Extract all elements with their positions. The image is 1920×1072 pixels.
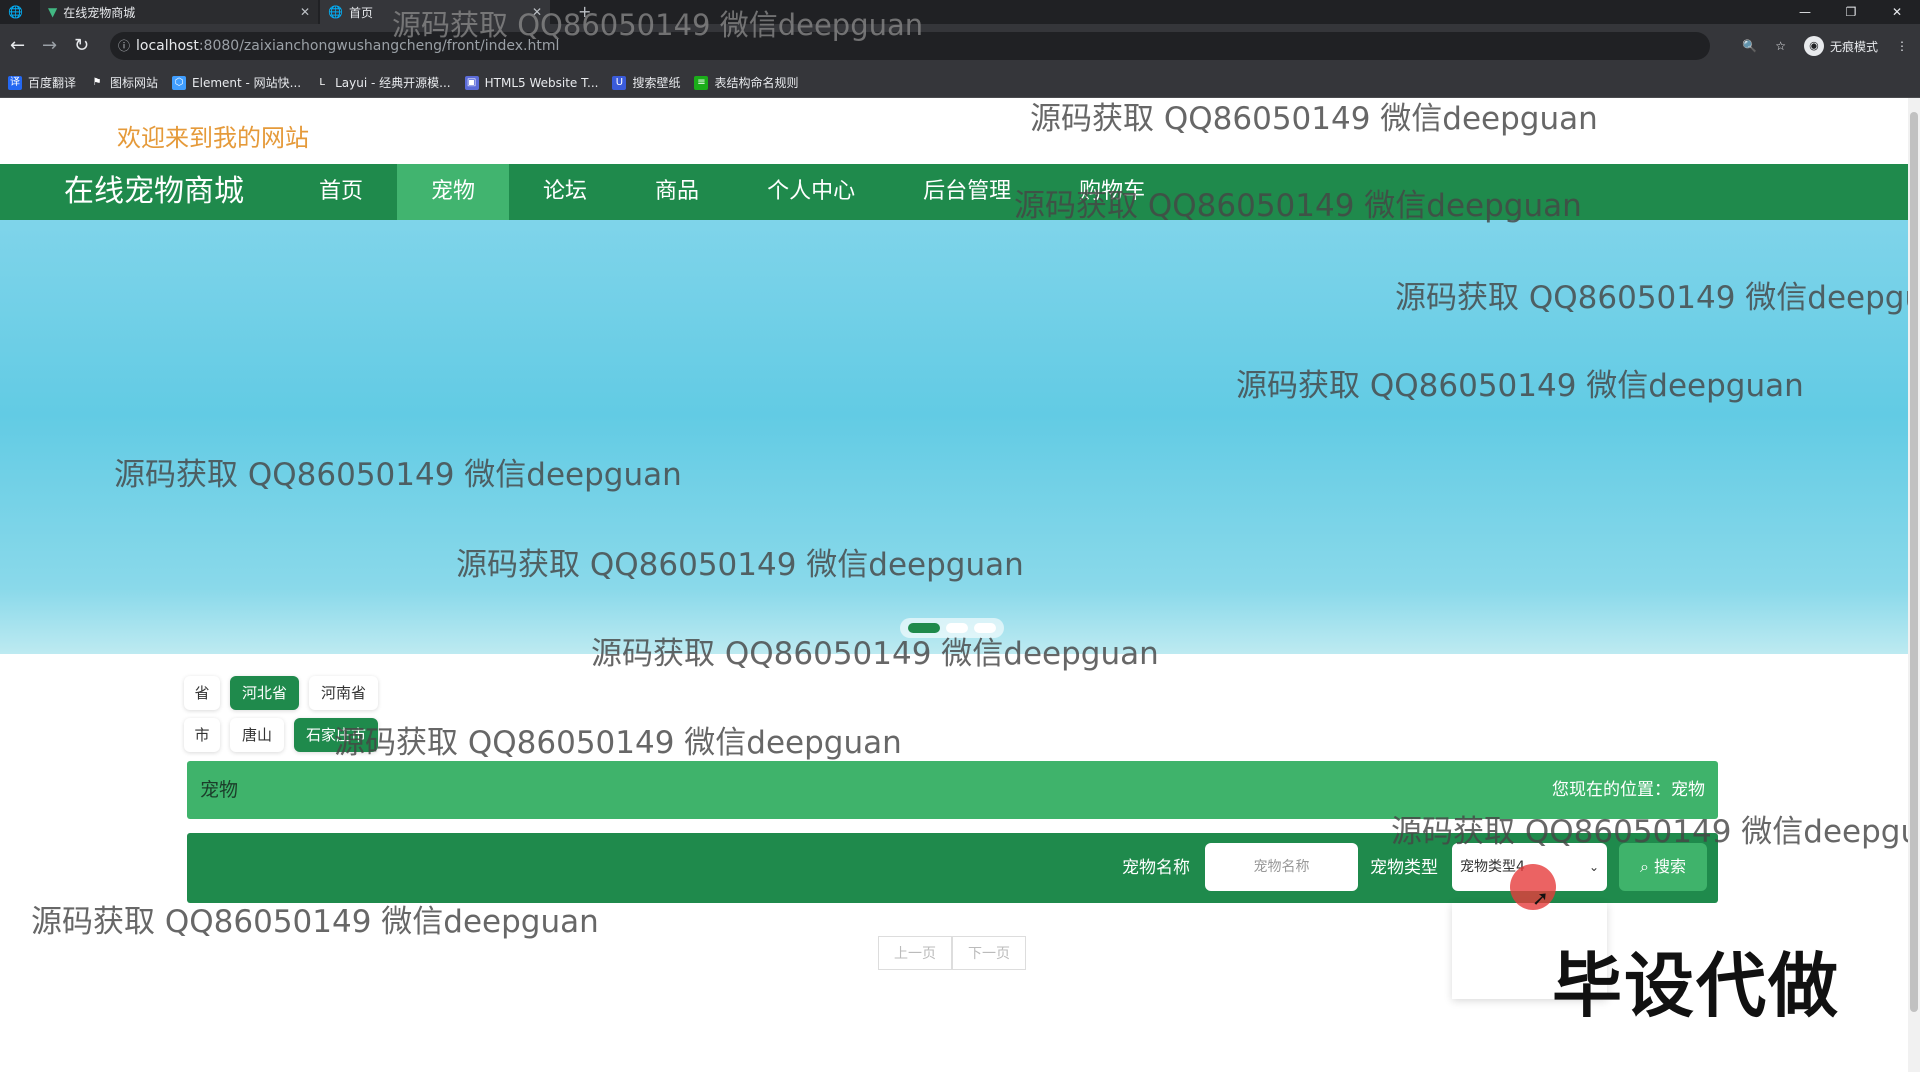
forward-icon[interactable]: → bbox=[42, 24, 57, 68]
page-scrollbar[interactable] bbox=[1908, 98, 1920, 1072]
browser-tab-bar: 🌐 ▼ 在线宠物商城 ✕ 🌐 首页 ✕ + — ❐ ✕ bbox=[0, 0, 1920, 24]
scrollbar-thumb[interactable] bbox=[1910, 112, 1918, 1012]
tab-title: 在线宠物商城 bbox=[63, 5, 136, 20]
search-icon: ⌕ bbox=[1639, 857, 1649, 876]
tab-pinned[interactable]: 🌐 bbox=[0, 0, 34, 24]
layui-icon: L bbox=[319, 76, 325, 88]
bookmark-layui[interactable]: L Layui - 经典开源模... bbox=[315, 74, 450, 91]
province-row: 省 河北省 河南省 bbox=[184, 676, 379, 710]
prev-page-button[interactable]: 上一页 bbox=[878, 936, 952, 970]
sheet-icon: ≡ bbox=[694, 75, 709, 90]
watermark: 源码获取 QQ86050149 微信deepguan bbox=[31, 904, 599, 940]
province-option[interactable]: 河北省 bbox=[230, 676, 300, 710]
site-brand[interactable]: 在线宠物商城 bbox=[64, 164, 244, 220]
watermark: 源码获取 QQ86050149 微信deepguan bbox=[1030, 101, 1598, 137]
star-icon[interactable]: ☆ bbox=[1775, 39, 1786, 53]
back-icon[interactable]: ← bbox=[10, 24, 25, 68]
nav-pets[interactable]: 宠物 bbox=[397, 164, 510, 220]
bookmark-label: 图标网站 bbox=[110, 76, 159, 90]
globe-icon: 🌐 bbox=[8, 5, 23, 19]
incognito-indicator[interactable]: ◉ 无痕模式 bbox=[1803, 36, 1878, 56]
tab-title: 首页 bbox=[348, 5, 373, 20]
html5-icon: ▣ bbox=[464, 75, 479, 90]
section-title: 宠物 bbox=[200, 779, 239, 801]
watermark: 源码获取 QQ86050149 微信deepguan bbox=[114, 457, 682, 493]
next-page-button[interactable]: 下一页 bbox=[952, 936, 1026, 970]
vue-icon: ▼ bbox=[48, 5, 58, 19]
url-host: localhost bbox=[136, 38, 199, 54]
bookmark-wallpaper[interactable]: U 搜索壁纸 bbox=[612, 74, 680, 91]
bookmark-icon-site[interactable]: ⚑ 图标网站 bbox=[90, 74, 159, 91]
bookmark-label: Layui - 经典开源模... bbox=[335, 76, 451, 90]
menu-icon[interactable]: ⋮ bbox=[1896, 39, 1908, 53]
pet-name-input[interactable]: 宠物名称 bbox=[1205, 843, 1358, 891]
nav-profile[interactable]: 个人中心 bbox=[733, 164, 889, 220]
bookmark-naming-rules[interactable]: ≡ 表结构命名规则 bbox=[694, 74, 798, 91]
address-bar-actions: 🔍 ☆ ◉ 无痕模式 ⋮ bbox=[1742, 24, 1908, 68]
element-icon: ⬡ bbox=[172, 75, 187, 90]
close-icon[interactable]: ✕ bbox=[300, 5, 310, 19]
nav-home[interactable]: 首页 bbox=[285, 164, 397, 220]
bookmark-label: Element - 网站快... bbox=[192, 76, 302, 90]
bookmark-label: 百度翻译 bbox=[28, 76, 77, 90]
watermark: 源码获取 QQ86050149 微信deepguan bbox=[456, 547, 1024, 583]
welcome-text: 欢迎来到我的网站 bbox=[117, 124, 309, 152]
bookmark-label: 搜索壁纸 bbox=[632, 76, 681, 90]
bookmark-label: 表结构命名规则 bbox=[714, 76, 799, 90]
wallpaper-icon: U bbox=[612, 75, 627, 90]
globe-icon: 🌐 bbox=[328, 5, 343, 19]
overlay-caption: 毕设代做 bbox=[1552, 945, 1840, 1027]
watermark: 源码获取 QQ86050149 微信deepguan bbox=[1014, 188, 1582, 224]
city-label: 市 bbox=[184, 718, 220, 752]
province-label: 省 bbox=[184, 676, 220, 710]
page-content: 欢迎来到我的网站 在线宠物商城 首页 宠物 论坛 商品 个人中心 后台管理 购物… bbox=[0, 98, 1908, 1072]
window-controls: — ❐ ✕ bbox=[1782, 0, 1920, 24]
watermark: 源码获取 QQ86050149 微信deepguan bbox=[591, 636, 1159, 672]
info-icon[interactable]: ⓘ bbox=[118, 32, 130, 60]
close-window-icon[interactable]: ✕ bbox=[1874, 0, 1920, 24]
search-button-label: 搜索 bbox=[1654, 857, 1687, 876]
mouse-cursor-icon: ➚ bbox=[1532, 886, 1549, 910]
minimize-icon[interactable]: — bbox=[1782, 0, 1828, 24]
address-bar: ← → ↻ ⓘ localhost:8080/zaixianchongwusha… bbox=[0, 24, 1920, 68]
bookmark-html5[interactable]: ▣ HTML5 Website T... bbox=[464, 75, 599, 90]
bookmark-baidu-translate[interactable]: 译百度翻译 bbox=[8, 74, 76, 91]
zoom-icon[interactable]: 🔍 bbox=[1742, 39, 1757, 53]
reload-icon[interactable]: ↻ bbox=[74, 24, 89, 68]
nav-forum[interactable]: 论坛 bbox=[509, 164, 621, 220]
city-option[interactable]: 唐山 bbox=[230, 718, 285, 752]
incognito-label: 无痕模式 bbox=[1829, 39, 1878, 54]
watermark: 源码获取 QQ86050149 微信deepguan bbox=[334, 725, 902, 761]
watermark: 源码获取 QQ86050149 微信deepguan bbox=[392, 8, 924, 42]
watermark: 源码获取 QQ86050149 微信deepguan bbox=[1236, 368, 1804, 404]
province-option[interactable]: 河南省 bbox=[309, 676, 379, 710]
bookmark-label: HTML5 Website T... bbox=[484, 75, 599, 90]
bookmarks-bar: 译百度翻译 ⚑ 图标网站 ⬡ Element - 网站快... L Layui - 经… bbox=[0, 68, 1920, 98]
flag-icon: ⚑ bbox=[92, 76, 102, 88]
pagination: 上一页 下一页 bbox=[878, 936, 1026, 970]
restore-icon[interactable]: ❐ bbox=[1828, 0, 1874, 24]
watermark: 源码获取 QQ86050149 微信deepguan bbox=[1391, 814, 1908, 850]
nav-goods[interactable]: 商品 bbox=[621, 164, 733, 220]
main-navbar: 在线宠物商城 首页 宠物 论坛 商品 个人中心 后台管理 购物车 bbox=[0, 164, 1908, 220]
pet-name-label: 宠物名称 bbox=[1122, 858, 1190, 878]
bookmark-element[interactable]: ⬡ Element - 网站快... bbox=[172, 74, 301, 91]
tab-online-pet-mall[interactable]: ▼ 在线宠物商城 ✕ bbox=[40, 0, 318, 24]
translate-icon: 译 bbox=[8, 75, 22, 90]
watermark: 源码获取 QQ86050149 微信deepguan bbox=[1395, 280, 1908, 316]
incognito-icon: ◉ bbox=[1803, 36, 1824, 56]
